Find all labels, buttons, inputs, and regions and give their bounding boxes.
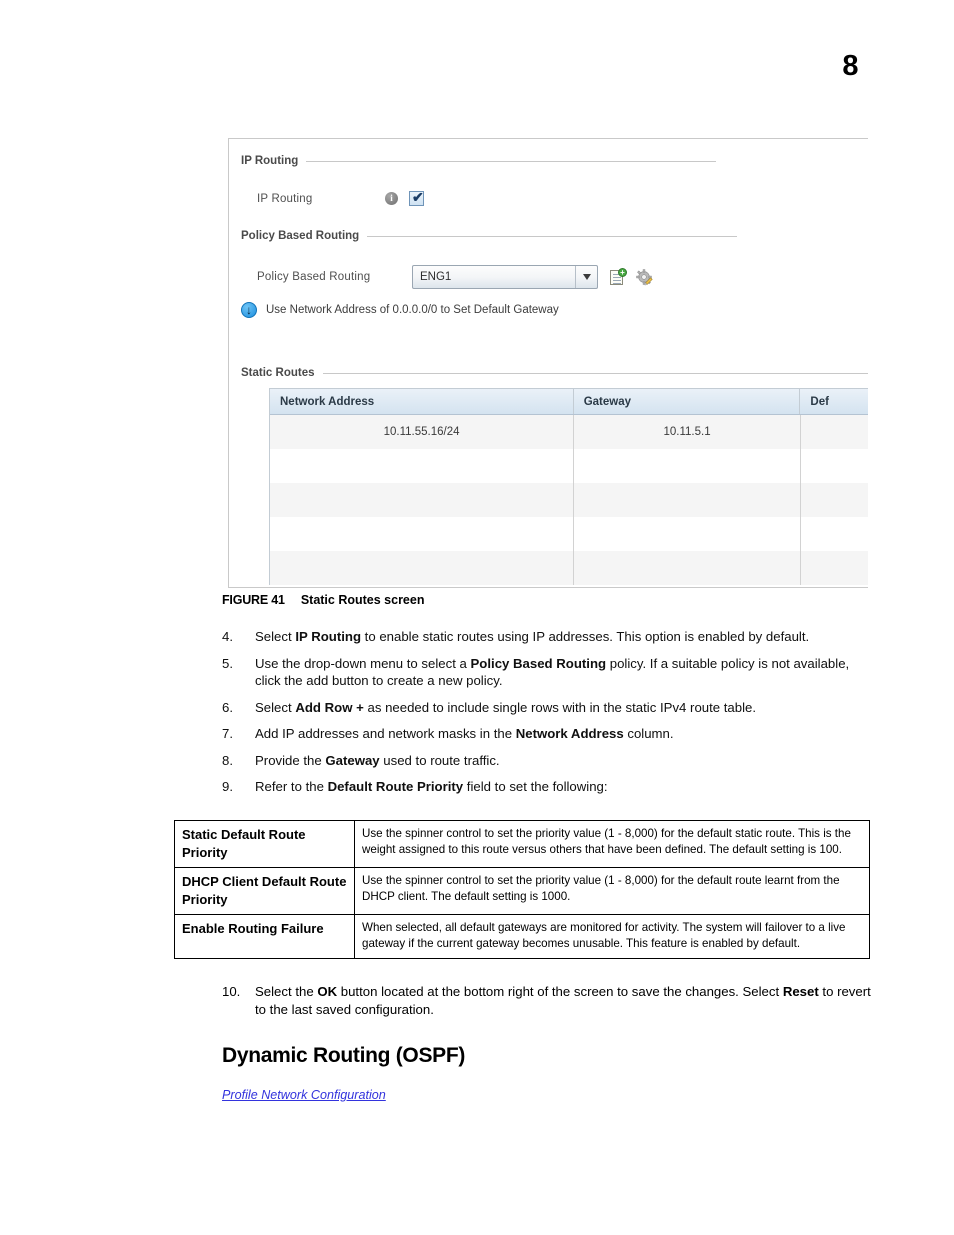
section-rule [367,235,738,237]
cell-default-route-priority[interactable] [801,449,868,483]
add-policy-icon[interactable]: + [610,267,627,286]
info-icon-glyph: i [390,193,393,203]
list-item: 7. Add IP addresses and network masks in… [222,725,872,743]
section-header-policy-based-routing-label: Policy Based Routing [241,230,360,242]
cell-network-address[interactable] [270,517,575,551]
cell-gateway[interactable] [574,449,801,483]
cell-gateway[interactable] [574,517,801,551]
page-number: 8 [842,50,858,82]
policy-based-routing-selected-value: ENG1 [420,271,452,283]
step-text: Select IP Routing to enable static route… [255,629,810,644]
cell-gateway[interactable] [574,483,801,517]
step-text: Add IP addresses and network masks in th… [255,726,674,742]
cell-default-route-priority[interactable] [801,517,868,551]
step-number: 7. [222,726,233,742]
cell-network-address[interactable] [270,551,575,585]
definition-description: Use the spinner control to set the prior… [354,819,870,869]
list-item: 6. Select Add Row + as needed to include… [222,699,872,717]
step-text: Use the drop-down menu to select a Polic… [255,655,850,689]
table-header-row: Network Address Gateway Def [270,389,868,415]
settings-definition-table: Static Default Route Priority Use the sp… [174,819,870,960]
ip-routing-checkbox[interactable]: ✔ [409,189,424,206]
figure-caption: FIGURE 41 Static Routes screen [222,593,424,607]
column-header-network-address[interactable]: Network Address [270,389,574,414]
cell-gateway[interactable]: 10.11.5.1 [574,415,801,449]
checkbox-tick-icon: ✔ [412,189,424,205]
table-row: Enable Routing Failure When selected, al… [174,914,870,960]
table-row[interactable] [270,517,868,551]
step-number: 8. [222,752,233,768]
field-policy-based-routing-label: Policy Based Routing [257,271,371,283]
static-routes-table[interactable]: Network Address Gateway Def 10.11.55.16/… [269,388,868,585]
section-header-ip-routing-label: IP Routing [241,155,299,167]
section-header-static-routes: Static Routes [241,367,868,379]
definition-term: Static Default Route Priority [174,819,355,869]
cell-network-address[interactable]: 10.11.55.16/24 [270,415,575,449]
list-item: 10. Select the OK button located at the … [222,983,872,1019]
table-row[interactable]: 10.11.55.16/24 10.11.5.1 [270,415,868,449]
table-row: Static Default Route Priority Use the sp… [174,819,870,869]
definition-term: Enable Routing Failure [174,914,355,960]
down-arrow-icon: ↓ [241,302,257,318]
definition-term: DHCP Client Default Route Priority [174,867,355,916]
list-item: 5. Use the drop-down menu to select a Po… [222,655,872,690]
section-rule [322,372,868,374]
edit-policy-gear-icon[interactable] [636,268,653,286]
down-arrow-glyph: ↓ [246,303,252,317]
figure-caption-title: Static Routes screen [300,593,425,607]
chevron-down-icon[interactable] [575,266,597,288]
column-header-gateway[interactable]: Gateway [574,389,801,414]
cell-network-address[interactable] [270,449,575,483]
policy-based-routing-select[interactable]: ENG1 [412,265,598,289]
cell-network-address[interactable] [270,483,575,517]
field-ip-routing: IP Routing i ✔ [257,189,424,206]
step-text: Provide the Gateway used to route traffi… [255,752,500,768]
cell-default-route-priority[interactable] [801,551,868,585]
crosslink-profile-network-configuration[interactable]: Profile Network Configuration [222,1088,386,1102]
table-row: DHCP Client Default Route Priority Use t… [174,867,870,916]
step-text: Select the OK button located at the bott… [255,984,871,1018]
page-title: Dynamic Routing (OSPF) [222,1044,466,1067]
procedure-steps: 4. Select IP Routing to enable static ro… [222,628,872,805]
definition-description: Use the spinner control to set the prior… [354,867,870,916]
info-icon[interactable]: i [385,192,398,205]
step-number: 9. [222,779,233,795]
table-row[interactable] [270,449,868,483]
section-header-static-routes-label: Static Routes [241,367,315,379]
cell-default-route-priority[interactable] [801,483,868,517]
cell-default-route-priority[interactable] [801,415,868,449]
list-item: 8. Provide the Gateway used to route tra… [222,752,872,770]
step-text: Select Add Row + as needed to include si… [255,699,757,715]
step-text: Refer to the Default Route Priority fiel… [255,779,608,795]
step-number: 4. [222,629,233,644]
list-item: 4. Select IP Routing to enable static ro… [222,628,872,646]
definition-description: When selected, all default gateways are … [354,914,870,960]
table-row[interactable] [270,483,868,517]
column-header-default-route-priority[interactable]: Def [800,389,868,414]
step-number: 6. [222,699,233,715]
section-header-policy-based-routing: Policy Based Routing [241,230,749,242]
static-routes-screen-figure: IP Routing IP Routing i ✔ Policy Based R… [228,138,868,588]
caret-down-shape [582,274,591,280]
step-number: 10. [222,984,241,999]
list-item: 9. Refer to the Default Route Priority f… [222,778,872,796]
figure-caption-label: FIGURE 41 [222,593,285,607]
default-gateway-note-text: Use Network Address of 0.0.0.0/0 to Set … [266,304,559,316]
step-number: 5. [222,655,233,671]
section-header-ip-routing: IP Routing [241,155,749,167]
cell-gateway[interactable] [574,551,801,585]
field-ip-routing-label: IP Routing [257,192,313,205]
default-gateway-note: ↓ Use Network Address of 0.0.0.0/0 to Se… [241,302,559,318]
table-row[interactable] [270,551,868,585]
plus-badge-icon: + [618,267,627,277]
section-rule [306,160,717,162]
field-policy-based-routing: Policy Based Routing ENG1 + [257,265,653,289]
